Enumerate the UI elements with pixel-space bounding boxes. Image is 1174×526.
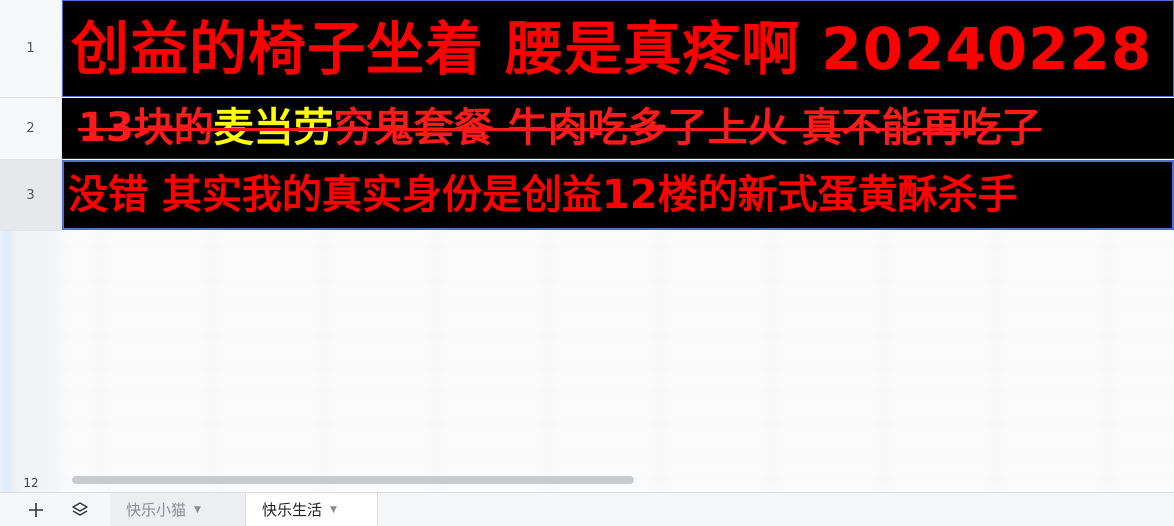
blurred-grid-area <box>0 231 1174 492</box>
tab-label: 快乐生活 <box>262 501 323 519</box>
cell-text-2-prefix: 13块的 <box>78 105 214 151</box>
row-number: 1 <box>26 41 35 56</box>
tab-label: 快乐小猫 <box>126 501 187 519</box>
horizontal-scrollbar[interactable] <box>72 476 634 484</box>
plus-icon[interactable] <box>16 493 56 526</box>
row-number: 2 <box>26 121 35 136</box>
sheet-tab-bar: 快乐小猫 ▼ 快乐生活 ▼ <box>0 492 1174 526</box>
row-header-12[interactable]: 12 <box>0 474 62 492</box>
cell-text-2-highlight: 麦当劳 <box>213 105 334 151</box>
row-number: 3 <box>26 187 35 203</box>
tab-kuaile-xiaomao[interactable]: 快乐小猫 ▼ <box>110 493 246 526</box>
cell-text-1: 创益的椅子坐着 腰是真疼啊 20240228 <box>71 15 1153 83</box>
cell-text-3: 没错 其实我的真实身份是创益12楼的新式蛋黄酥杀手 <box>68 172 1018 218</box>
row-header-2[interactable]: 2 <box>0 98 62 160</box>
tab-kuaile-shenghuo[interactable]: 快乐生活 ▼ <box>246 493 378 526</box>
cell-row-1[interactable]: 创益的椅子坐着 腰是真疼啊 20240228 <box>62 0 1174 97</box>
spreadsheet-grid: 1 2 3 创益的椅子坐着 腰是真疼啊 20240228 13块的麦当劳穷鬼套餐… <box>0 0 1174 492</box>
caret-down-icon[interactable]: ▼ <box>194 505 201 515</box>
row-header-1[interactable]: 1 <box>0 0 62 98</box>
cell-row-3[interactable]: 没错 其实我的真实身份是创益12楼的新式蛋黄酥杀手 <box>62 160 1174 230</box>
row-header-3[interactable]: 3 <box>0 160 62 231</box>
cell-text-2: 13块的麦当劳穷鬼套餐 牛肉吃多了上火 真不能再吃了 <box>62 98 1174 158</box>
cell-row-2[interactable]: 13块的麦当劳穷鬼套餐 牛肉吃多了上火 真不能再吃了 <box>62 98 1174 159</box>
cell-text-2-rest: 穷鬼套餐 牛肉吃多了上火 真不能再吃了 <box>333 105 1042 151</box>
caret-down-icon[interactable]: ▼ <box>330 505 337 515</box>
layers-icon[interactable] <box>60 493 100 526</box>
